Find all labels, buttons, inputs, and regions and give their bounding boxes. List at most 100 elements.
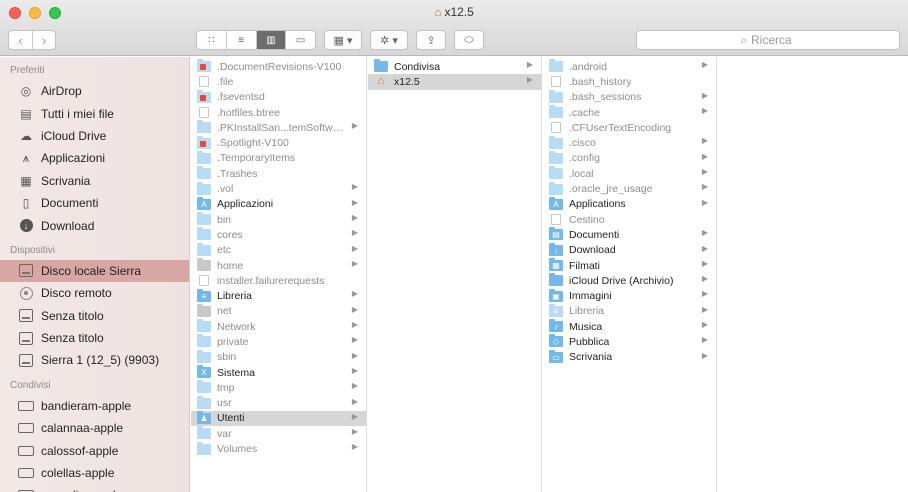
file-row[interactable]: .PKInstallSan...temSoftware ▶ <box>191 120 366 135</box>
sidebar-item-label: Disco locale Sierra <box>41 263 142 278</box>
file-row[interactable]: .bash_sessions ▶ <box>543 89 716 105</box>
file-row[interactable]: Network ▶ <box>191 319 366 334</box>
file-row[interactable]: ▣ Immagini ▶ <box>543 288 716 303</box>
file-name: Cestino <box>569 213 605 226</box>
file-row[interactable]: etc ▶ <box>191 242 366 258</box>
file-row[interactable]: bin ▶ <box>191 212 366 227</box>
action-button[interactable]: ✲ ▾ <box>370 30 408 50</box>
share-button[interactable]: ⇪ <box>416 30 446 50</box>
file-row[interactable]: .Spotlight-V100 <box>191 135 366 150</box>
file-row[interactable]: installer.failurerequests <box>191 273 366 288</box>
file-row[interactable]: ≡ Libreria ▶ <box>191 288 366 303</box>
file-name: .DocumentRevisions-V100 <box>217 60 342 73</box>
disk-icon <box>18 309 34 323</box>
sidebar-item[interactable]: cavaglier-apple <box>0 484 189 492</box>
folder-icon <box>197 120 211 134</box>
sidebar-item[interactable]: ↓ Download <box>0 214 189 236</box>
file-row[interactable]: .oracle_jre_usage ▶ <box>543 181 716 196</box>
sidebar-item[interactable]: calossof-apple <box>0 439 189 461</box>
file-row[interactable]: iCloud Drive (Archivio) ▶ <box>543 273 716 288</box>
sidebar-item-label: Senza titolo <box>41 308 104 323</box>
folder-icon <box>549 150 563 164</box>
file-name: Immagini <box>569 290 612 303</box>
sidebar-item[interactable]: ▯ Documenti <box>0 192 189 214</box>
folder-icon <box>197 441 211 455</box>
disclosure-arrow-icon: ▶ <box>351 289 358 299</box>
file-row[interactable]: .hotfiles.btree <box>191 105 366 120</box>
file-row[interactable]: ↓ Download ▶ <box>543 242 716 258</box>
sidebar-item[interactable]: ▤ Tutti i miei file <box>0 102 189 124</box>
sidebar-item[interactable]: ◎ AirDrop <box>0 80 189 102</box>
computer-icon <box>18 488 34 492</box>
back-button[interactable]: ‹ <box>9 31 32 49</box>
file-row[interactable]: net ▶ <box>191 303 366 319</box>
file-row[interactable]: ▦ Filmati ▶ <box>543 258 716 273</box>
column-root: .DocumentRevisions-V100 .file .fseventsd .h… <box>191 57 367 492</box>
all-files-icon: ▤ <box>20 106 32 121</box>
file-row[interactable]: ♪ Musica ▶ <box>543 319 716 334</box>
file-row[interactable]: .local ▶ <box>543 166 716 181</box>
file-row[interactable]: .cisco ▶ <box>543 135 716 150</box>
sidebar-item[interactable]: ☁ iCloud Drive <box>0 125 189 147</box>
file-row[interactable]: .vol ▶ <box>191 181 366 196</box>
file-row[interactable]: usr ▶ <box>191 395 366 411</box>
file-row[interactable]: .config ▶ <box>543 150 716 166</box>
file-row[interactable]: .DocumentRevisions-V100 <box>191 59 366 74</box>
icon-view-button[interactable]: ∷ <box>197 31 226 49</box>
tag-button[interactable]: ⬭ <box>454 30 484 50</box>
restricted-folder-icon <box>197 59 211 73</box>
file-row[interactable]: cores ▶ <box>191 227 366 242</box>
file-row[interactable]: ▭ Scrivania ▶ <box>543 349 716 365</box>
disclosure-arrow-icon: ▶ <box>351 411 358 421</box>
sidebar-item[interactable]: Sierra 1 (12_5) (9903) <box>0 349 189 371</box>
sidebar-item[interactable]: Disco remoto <box>0 282 189 304</box>
share-icon: ⇪ <box>426 34 436 47</box>
sidebar-item[interactable]: ⩚ Applicazioni <box>0 147 189 169</box>
disclosure-arrow-icon: ▶ <box>701 243 708 253</box>
file-row[interactable]: .CFUserTextEncoding <box>543 120 716 135</box>
file-row[interactable]: A Applications ▶ <box>543 196 716 212</box>
file-row[interactable]: ♟ Utenti ▶ <box>191 410 366 427</box>
file-row[interactable]: ≡ Libreria ▶ <box>543 303 716 319</box>
forward-button[interactable]: › <box>31 31 55 49</box>
file-row[interactable]: .cache ▶ <box>543 105 716 120</box>
file-name: Utenti <box>217 412 245 425</box>
file-name: sbin <box>217 351 237 364</box>
file-row[interactable]: Condivisa ▶ <box>368 59 541 74</box>
devices-section-title: Dispositivi <box>10 244 56 256</box>
sidebar-item[interactable]: colellas-apple <box>0 462 189 484</box>
sidebar-item[interactable]: ▦ Scrivania <box>0 170 189 192</box>
disclosure-arrow-icon: ▶ <box>526 60 533 69</box>
file-row[interactable]: ◇ Pubblica ▶ <box>543 334 716 349</box>
file-row[interactable]: ▤ Documenti ▶ <box>543 227 716 242</box>
file-row[interactable]: .TemporaryItems <box>191 150 366 166</box>
file-row[interactable]: Cestino <box>543 212 716 227</box>
file-row[interactable]: .android ▶ <box>543 59 716 74</box>
cover-flow-button[interactable]: ▭ <box>285 31 315 49</box>
arrange-button[interactable]: ▦ ▾ <box>324 30 362 50</box>
file-row[interactable]: ⌂ x12.5 ▶ <box>368 74 541 90</box>
file-row[interactable]: tmp ▶ <box>191 380 366 395</box>
file-row[interactable]: home ▶ <box>191 258 366 273</box>
file-row[interactable]: A Applicazioni ▶ <box>191 196 366 212</box>
file-name: Filmati <box>569 259 600 272</box>
file-row[interactable]: .fseventsd <box>191 89 366 105</box>
disclosure-arrow-icon: ▶ <box>701 197 708 207</box>
file-row[interactable]: .file <box>191 74 366 89</box>
search-input[interactable]: ⌕ Ricerca <box>636 30 900 50</box>
file-row[interactable]: Volumes ▶ <box>191 441 366 456</box>
sidebar-item[interactable]: Senza titolo <box>0 305 189 327</box>
file-row[interactable]: var ▶ <box>191 426 366 441</box>
list-view-button[interactable]: ≡ <box>225 31 256 49</box>
file-row[interactable]: sbin ▶ <box>191 349 366 365</box>
disclosure-arrow-icon: ▶ <box>701 350 708 360</box>
sidebar-item[interactable]: Disco locale Sierra <box>0 259 189 283</box>
file-row[interactable]: .Trashes <box>191 166 366 181</box>
sidebar-item[interactable]: calannaa-apple <box>0 417 189 439</box>
file-row[interactable]: X Sistema ▶ <box>191 365 366 380</box>
column-view-button[interactable]: ▥ <box>255 31 286 49</box>
file-row[interactable]: .bash_history <box>543 74 716 89</box>
file-row[interactable]: private ▶ <box>191 334 366 349</box>
sidebar-item[interactable]: Senza titolo <box>0 327 189 349</box>
sidebar-item[interactable]: bandieram-apple <box>0 395 189 417</box>
